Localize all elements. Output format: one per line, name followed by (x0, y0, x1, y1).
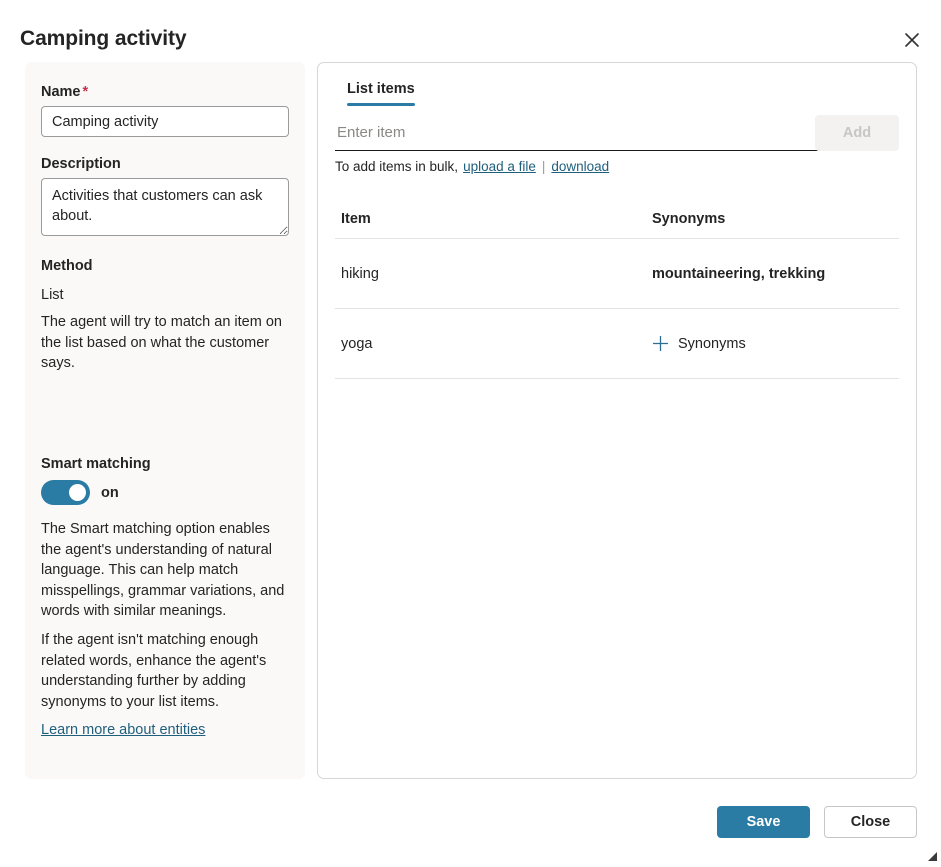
cell-item: hiking (341, 266, 652, 282)
description-label: Description (41, 156, 121, 172)
table-row[interactable]: hiking mountaineering, trekking (335, 239, 899, 309)
tab-strip: List items (335, 76, 427, 106)
description-textarea[interactable] (41, 178, 289, 236)
enter-item-input[interactable] (335, 118, 821, 151)
method-description: The agent will try to match an item on t… (41, 312, 289, 374)
name-input[interactable] (41, 106, 289, 137)
table-row[interactable]: yoga Synonyms (335, 309, 899, 379)
smart-matching-row: on (41, 480, 119, 505)
item-entry-row: Add (335, 118, 899, 156)
name-label: Name* (41, 84, 88, 100)
column-header-synonyms: Synonyms (652, 211, 899, 227)
cell-synonyms: Synonyms (652, 335, 899, 353)
column-header-item: Item (341, 211, 652, 227)
save-button[interactable]: Save (717, 806, 810, 838)
close-button[interactable]: Close (824, 806, 917, 838)
plus-icon (652, 335, 669, 353)
smart-matching-state: on (101, 485, 119, 501)
close-icon (905, 33, 919, 47)
smart-matching-label: Smart matching (41, 456, 151, 472)
learn-more-link[interactable]: Learn more about entities (41, 722, 205, 738)
entity-editor-dialog: Camping activity Name* Description Metho… (0, 0, 941, 865)
toggle-knob (69, 484, 86, 501)
add-synonyms-button[interactable]: Synonyms (652, 335, 899, 353)
download-link[interactable]: download (551, 159, 609, 174)
close-icon-button[interactable] (895, 23, 929, 57)
smart-matching-description-1: The Smart matching option enables the ag… (41, 519, 293, 622)
table-header-row: Item Synonyms (335, 203, 899, 239)
upload-a-file-link[interactable]: upload a file (463, 159, 536, 174)
resize-grip[interactable] (924, 848, 938, 862)
smart-matching-toggle[interactable] (41, 480, 90, 505)
bulk-text: To add items in bulk, (335, 159, 458, 174)
smart-matching-description-2: If the agent isn't matching enough relat… (41, 630, 289, 712)
list-items-table: Item Synonyms hiking mountaineering, tre… (335, 203, 899, 379)
cell-item: yoga (341, 336, 652, 352)
bulk-upload-row: To add items in bulk, upload a file | do… (335, 159, 609, 174)
tab-list-items[interactable]: List items (335, 76, 427, 106)
list-items-panel: List items Add To add items in bulk, upl… (317, 62, 917, 779)
link-separator: | (541, 159, 547, 174)
add-synonyms-label: Synonyms (678, 336, 746, 352)
entity-details-panel: Name* Description Method List The agent … (25, 62, 305, 779)
method-value: List (41, 287, 64, 303)
add-item-button[interactable]: Add (815, 115, 899, 151)
page-title: Camping activity (20, 27, 186, 51)
dialog-footer: Save Close (717, 806, 917, 838)
method-label: Method (41, 258, 93, 274)
cell-synonyms: mountaineering, trekking (652, 266, 899, 282)
required-indicator: * (83, 84, 89, 100)
